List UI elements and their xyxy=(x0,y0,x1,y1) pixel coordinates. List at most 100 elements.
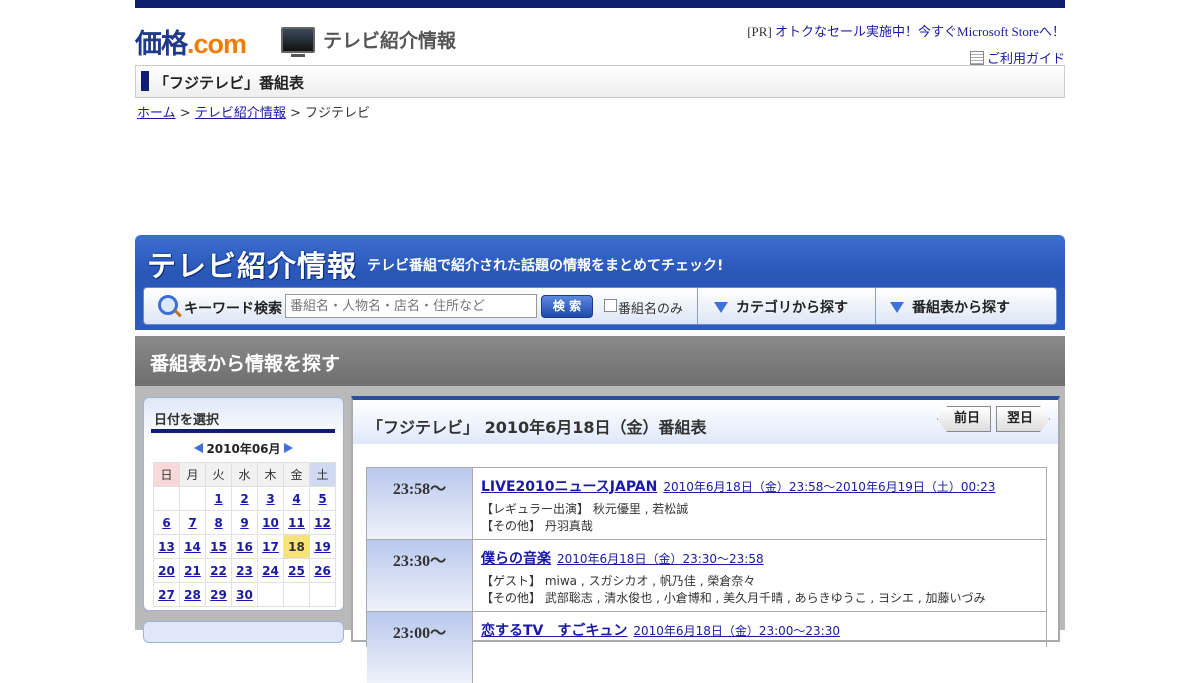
program-title-link[interactable]: 恋するTV すごキュン xyxy=(481,623,627,639)
day-link[interactable]: 20 xyxy=(158,564,175,578)
day-cell[interactable]: 17 xyxy=(257,534,284,559)
tv-info-banner: テレビ紹介情報 テレビ番組で紹介された話題の情報をまとめてチェック! キーワード… xyxy=(135,235,1065,330)
program-name-only-checkbox[interactable] xyxy=(604,299,617,312)
day-link[interactable]: 13 xyxy=(158,540,175,554)
day-cell[interactable]: 8 xyxy=(205,510,232,535)
day-link[interactable]: 10 xyxy=(262,516,279,530)
day-link[interactable]: 4 xyxy=(292,492,300,506)
day-cell[interactable]: 30 xyxy=(231,582,258,607)
day-cell[interactable]: 25 xyxy=(283,558,310,583)
program-datetime-link[interactable]: 2010年6月18日（金）23:00～23:30 xyxy=(633,624,840,638)
top-bar xyxy=(135,0,1065,8)
day-cell[interactable]: 26 xyxy=(309,558,336,583)
day-link[interactable]: 12 xyxy=(314,516,331,530)
logo-main: 価格 xyxy=(135,29,188,59)
day-link[interactable]: 22 xyxy=(210,564,227,578)
tv-section-logo[interactable]: テレビ紹介情報 xyxy=(281,26,457,57)
day-cell[interactable]: 23 xyxy=(231,558,258,583)
day-link[interactable]: 6 xyxy=(162,516,170,530)
day-cell[interactable]: 16 xyxy=(231,534,258,559)
day-cell[interactable]: 11 xyxy=(283,510,310,535)
section-name: テレビ紹介情報 xyxy=(323,30,457,52)
selected-day-cell: 18 xyxy=(283,534,310,559)
day-link[interactable]: 27 xyxy=(158,588,175,602)
day-link[interactable]: 8 xyxy=(214,516,222,530)
day-link[interactable]: 24 xyxy=(262,564,279,578)
breadcrumb-home[interactable]: ホーム xyxy=(137,106,176,121)
day-link[interactable]: 9 xyxy=(240,516,248,530)
day-link[interactable]: 15 xyxy=(210,540,227,554)
day-link[interactable]: 17 xyxy=(262,540,279,554)
program-details: 恋するTV すごキュン 2010年6月18日（金）23:00～23:30 xyxy=(481,620,1041,644)
day-cell[interactable]: 21 xyxy=(179,558,206,583)
program-title-link[interactable]: LIVE2010ニュースJAPAN xyxy=(481,479,657,495)
day-cell[interactable]: 27 xyxy=(153,582,180,607)
day-cell[interactable]: 24 xyxy=(257,558,284,583)
schedule-search-button[interactable]: 番組表から探す xyxy=(890,297,1010,317)
day-cell[interactable]: 20 xyxy=(153,558,180,583)
day-cell[interactable]: 28 xyxy=(179,582,206,607)
day-cell[interactable]: 15 xyxy=(205,534,232,559)
next-day-button[interactable]: 翌日 xyxy=(996,406,1050,432)
schedule-heading: 「フジテレビ」 2010年6月18日（金）番組表 xyxy=(367,418,707,437)
calendar-grid: 日月火水木金土 1 2 3 4 5 6 7 8 9 10 11 12 13 14 15 16 17 18 19 20 21… xyxy=(153,462,336,607)
next-month-icon[interactable] xyxy=(283,443,293,453)
day-cell[interactable]: 22 xyxy=(205,558,232,583)
schedule-search-label: 番組表から探す xyxy=(912,300,1010,316)
day-link[interactable]: 16 xyxy=(236,540,253,554)
day-cell[interactable]: 3 xyxy=(257,486,284,511)
secondary-panel xyxy=(143,621,344,643)
program-list: 23:58～ LIVE2010ニュースJAPAN 2010年6月18日（金）23:5… xyxy=(366,467,1047,683)
search-button[interactable]: 検 索 xyxy=(541,295,593,318)
empty-day-cell xyxy=(153,486,180,511)
day-link[interactable]: 29 xyxy=(210,588,227,602)
weekday-header: 木 xyxy=(257,462,284,487)
day-link[interactable]: 19 xyxy=(314,540,331,554)
prev-day-button[interactable]: 前日 xyxy=(937,406,991,432)
day-cell[interactable]: 2 xyxy=(231,486,258,511)
pr-link[interactable]: オトクなセール実施中！今すぐMicrosoft Storeへ！ xyxy=(775,24,1065,39)
day-cell[interactable]: 7 xyxy=(179,510,206,535)
program-row: 23:30～ 僕らの音楽 2010年6月18日（金）23:30～23:58 【ゲスト】… xyxy=(367,539,1046,611)
program-details: 僕らの音楽 2010年6月18日（金）23:30～23:58 【ゲスト】 miwa … xyxy=(481,548,1041,606)
day-cell[interactable]: 6 xyxy=(153,510,180,535)
day-cell[interactable]: 9 xyxy=(231,510,258,535)
day-cell[interactable]: 13 xyxy=(153,534,180,559)
day-cell[interactable]: 29 xyxy=(205,582,232,607)
day-cell[interactable]: 5 xyxy=(309,486,336,511)
program-datetime-link[interactable]: 2010年6月18日（金）23:58～2010年6月19日（土）00:23 xyxy=(663,480,995,494)
category-search-button[interactable]: カテゴリから探す xyxy=(714,297,848,317)
day-link[interactable]: 30 xyxy=(236,588,253,602)
kakaku-logo[interactable]: 価格.com xyxy=(135,22,247,61)
day-link[interactable]: 25 xyxy=(288,564,305,578)
date-picker: 日付を選択 2010年06月 日月火水木金土 1 2 3 4 5 6 7 8 9 10 11 12 13 1… xyxy=(143,397,344,611)
breadcrumb-tv-info[interactable]: テレビ紹介情報 xyxy=(195,106,286,121)
day-cell[interactable]: 4 xyxy=(283,486,310,511)
program-title-link[interactable]: 僕らの音楽 xyxy=(481,551,551,567)
day-link[interactable]: 26 xyxy=(314,564,331,578)
search-input[interactable] xyxy=(285,294,537,318)
program-datetime-link[interactable]: 2010年6月18日（金）23:30～23:58 xyxy=(557,552,764,566)
day-cell[interactable]: 12 xyxy=(309,510,336,535)
day-link[interactable]: 14 xyxy=(184,540,201,554)
title-mark xyxy=(141,71,149,91)
day-cell[interactable]: 14 xyxy=(179,534,206,559)
prev-month-icon[interactable] xyxy=(194,443,204,453)
day-link[interactable]: 11 xyxy=(288,516,305,530)
day-link[interactable]: 3 xyxy=(266,492,274,506)
day-link[interactable]: 21 xyxy=(184,564,201,578)
day-link[interactable]: 7 xyxy=(188,516,196,530)
day-link[interactable]: 1 xyxy=(214,492,222,506)
tv-icon xyxy=(281,26,315,57)
day-cell[interactable]: 19 xyxy=(309,534,336,559)
day-cell[interactable]: 10 xyxy=(257,510,284,535)
day-link[interactable]: 23 xyxy=(236,564,253,578)
day-link[interactable]: 5 xyxy=(318,492,326,506)
day-link[interactable]: 2 xyxy=(240,492,248,506)
day-link[interactable]: 28 xyxy=(184,588,201,602)
month-navigation: 2010年06月 xyxy=(144,440,343,457)
day-cell[interactable]: 1 xyxy=(205,486,232,511)
search-divider xyxy=(875,288,876,324)
breadcrumb-current: フジテレビ xyxy=(305,106,371,121)
